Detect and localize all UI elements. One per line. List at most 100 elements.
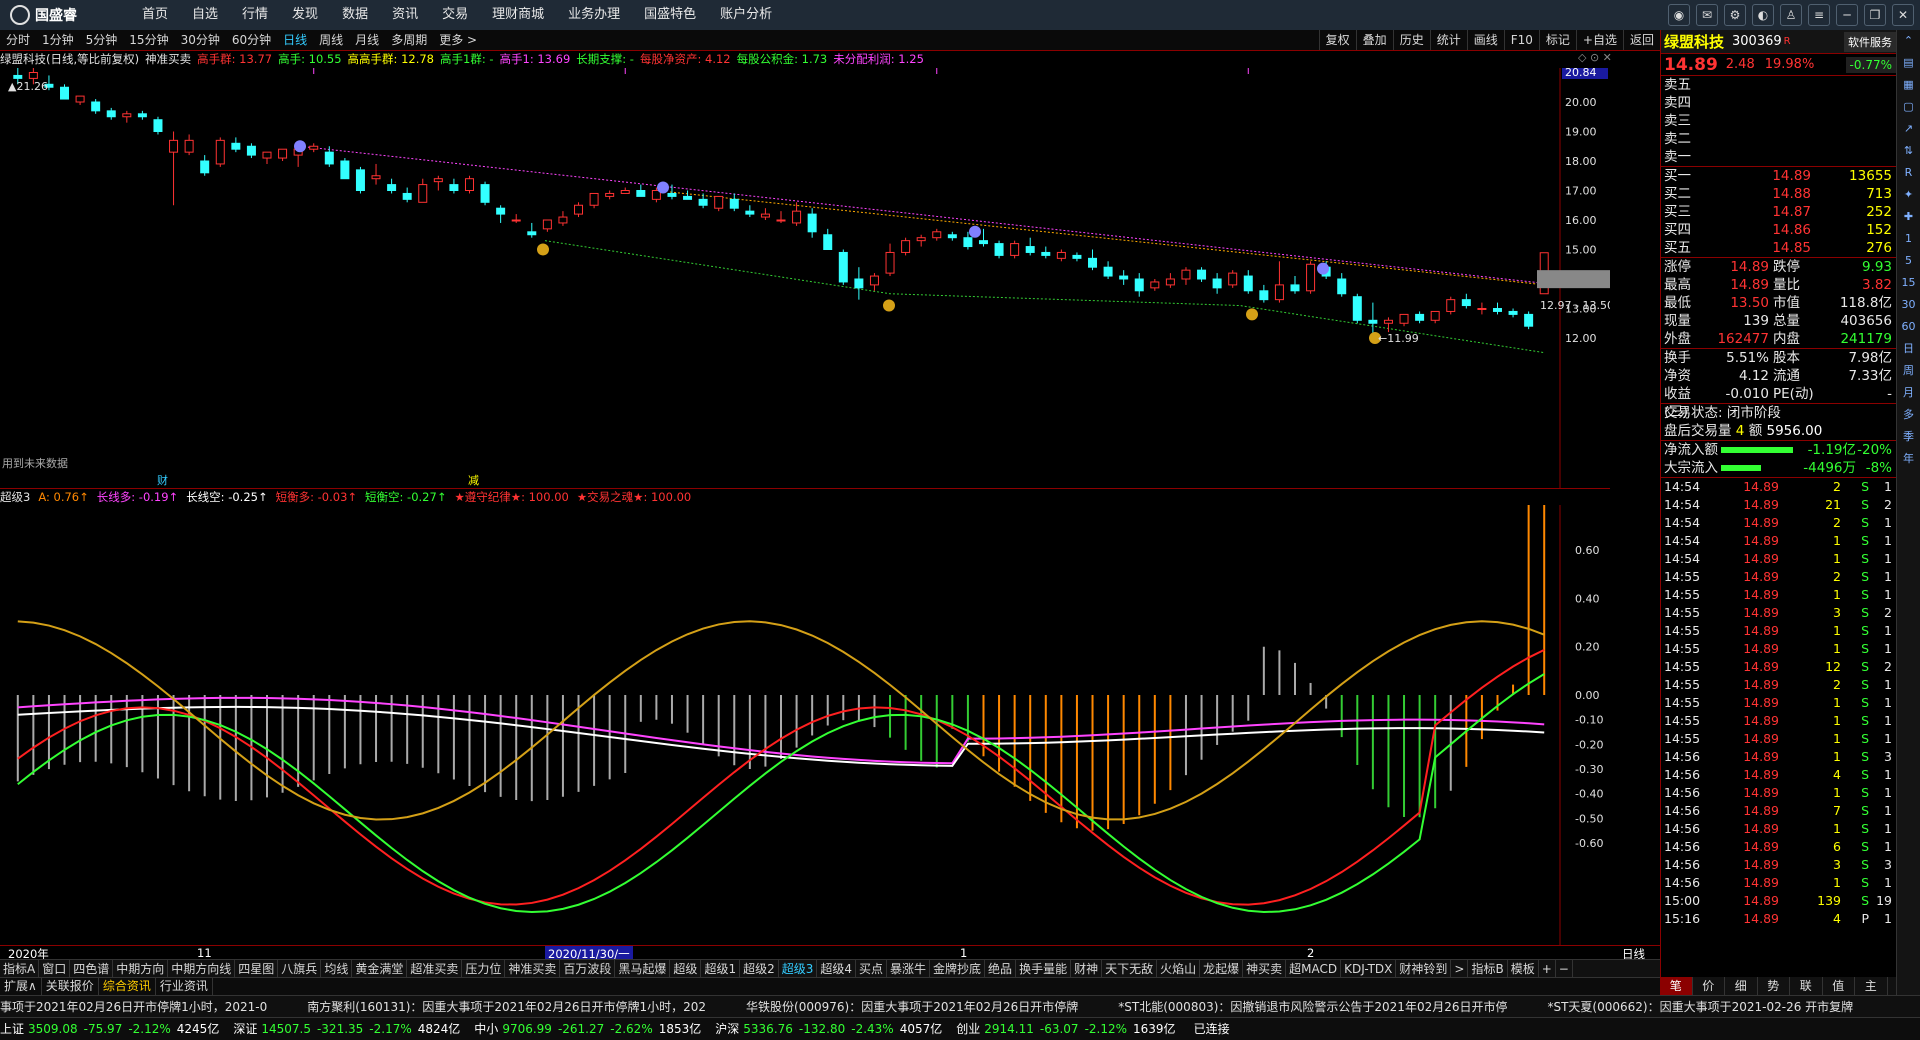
indicator-tab-22[interactable]: 绝品 [985, 960, 1017, 977]
ticker-item-1[interactable]: 南方聚利(160131)：因重大事项于2021年02月26日开市停牌1小时，20… [307, 1000, 706, 1014]
indicator-tab-35[interactable]: + [1539, 960, 1556, 977]
tool-4[interactable]: 画线 [1466, 30, 1504, 50]
index-4[interactable]: 创业 2914.11 -63.07 -2.12% 1639亿 [956, 1018, 1175, 1040]
indicator-tab-23[interactable]: 换手量能 [1016, 960, 1072, 977]
nav-item-1[interactable]: 自选 [180, 0, 230, 30]
sidebar-period-7[interactable]: 月 [1897, 382, 1920, 404]
sidebar-period-5[interactable]: 日 [1897, 338, 1920, 360]
nav-item-4[interactable]: 数据 [330, 0, 380, 30]
indicator-tab-15[interactable]: 超级1 [701, 960, 741, 977]
menu-icon[interactable]: ≡ [1808, 4, 1830, 26]
sidebar-list-icon[interactable]: ▤ [1897, 52, 1920, 74]
sidebar-period-0[interactable]: 1 [1897, 228, 1920, 250]
chart-corner-icons[interactable]: ◇ ⊙ ✕ [1578, 51, 1612, 64]
ticker-item-2[interactable]: 华铁股份(000976)：因重大事项于2021年02月26日开市停牌 [746, 1000, 1078, 1014]
ticker-item-4[interactable]: *ST天夏(000662)：因重大事项于2021-02-26 开市复牌 [1547, 1000, 1853, 1014]
indicator-tab-27[interactable]: 龙起爆 [1200, 960, 1244, 977]
indicator-tab-4[interactable]: 中期方向线 [168, 960, 236, 977]
indicator-tab-16[interactable]: 超级2 [740, 960, 779, 977]
bottom-tab-0[interactable]: 扩展∧ [0, 978, 42, 995]
indicator-tab-31[interactable]: 财神铃到 [1396, 960, 1452, 977]
settings-icon[interactable]: ⚙ [1724, 4, 1746, 26]
restore-icon[interactable]: ❐ [1864, 4, 1886, 26]
period-tab-6[interactable]: 日线 [277, 30, 313, 50]
indicator-tab-32[interactable]: > [1451, 960, 1469, 977]
quote-tab-6[interactable]: 主 [1855, 977, 1888, 995]
asks-row-1[interactable]: 卖四 [1661, 94, 1896, 112]
sidebar-rsi-icon[interactable]: R [1897, 162, 1920, 184]
asks-row-0[interactable]: 卖五 [1661, 76, 1896, 94]
period-tab-2[interactable]: 5分钟 [80, 30, 124, 50]
sidebar-grid-icon[interactable]: ▦ [1897, 74, 1920, 96]
nav-item-9[interactable]: 国盛特色 [632, 0, 708, 30]
period-tab-9[interactable]: 多周期 [385, 30, 433, 50]
tool-8[interactable]: 返回 [1622, 30, 1660, 50]
indicator-tab-14[interactable]: 超级 [670, 960, 702, 977]
sidebar-win-icon[interactable]: ▢ [1897, 96, 1920, 118]
nav-item-6[interactable]: 交易 [430, 0, 480, 30]
quote-tab-3[interactable]: 势 [1758, 977, 1790, 995]
period-tab-7[interactable]: 周线 [313, 30, 349, 50]
index-0[interactable]: 上证 3509.08 -75.97 -2.12% 4245亿 [0, 1018, 219, 1040]
sidebar-flow-icon[interactable]: ⇅ [1897, 140, 1920, 162]
skin-icon[interactable]: ◐ [1752, 4, 1774, 26]
bottom-tab-2[interactable]: 综合资讯 [99, 978, 156, 995]
quote-tab-5[interactable]: 值 [1823, 977, 1855, 995]
tool-5[interactable]: F10 [1503, 30, 1539, 50]
indicator-tab-17[interactable]: 超级3 [779, 960, 818, 977]
ticker-item-0[interactable]: 事项于2021年02月26日开市停牌1小时，2021-0 [0, 1000, 267, 1014]
indicator-tab-13[interactable]: 黑马起爆 [615, 960, 671, 977]
close-icon[interactable]: ✕ [1892, 4, 1914, 26]
period-tab-5[interactable]: 60分钟 [226, 30, 277, 50]
indicator-tab-6[interactable]: 八旗兵 [278, 960, 322, 977]
indicator-tab-3[interactable]: 中期方向 [113, 960, 169, 977]
indicator-tab-33[interactable]: 指标B [1468, 960, 1508, 977]
shirt-icon[interactable]: ♙ [1780, 4, 1802, 26]
sector-button[interactable]: 软件服务 [1844, 31, 1896, 52]
asks-row-3[interactable]: 卖二 [1661, 130, 1896, 148]
indicator-tab-0[interactable]: 指标A [0, 960, 40, 977]
indicator-tab-7[interactable]: 均线 [321, 960, 353, 977]
tool-0[interactable]: 复权 [1318, 30, 1356, 50]
tool-2[interactable]: 历史 [1392, 30, 1430, 50]
sidebar-period-10[interactable]: 年 [1897, 448, 1920, 470]
sidebar-chart-icon[interactable]: ↗ [1897, 118, 1920, 140]
sidebar-up-icon[interactable]: ⌃ [1897, 30, 1920, 52]
indicator-tab-18[interactable]: 超级4 [817, 960, 856, 977]
indicator-tab-1[interactable]: 窗口 [39, 960, 71, 977]
indicator-tab-34[interactable]: 模板 [1508, 960, 1539, 977]
nav-item-10[interactable]: 账户分析 [708, 0, 784, 30]
bottom-tab-3[interactable]: 行业资讯 [156, 978, 213, 995]
tool-1[interactable]: 叠加 [1355, 30, 1393, 50]
indicator-tab-19[interactable]: 买点 [856, 960, 888, 977]
sidebar-period-6[interactable]: 周 [1897, 360, 1920, 382]
nav-item-7[interactable]: 理财商城 [480, 0, 556, 30]
nav-item-5[interactable]: 资讯 [380, 0, 430, 30]
bids-row-1[interactable]: 买二 14.88 713 [1661, 185, 1896, 203]
nav-item-2[interactable]: 行情 [230, 0, 280, 30]
indicator-tab-28[interactable]: 神买卖 [1243, 960, 1287, 977]
indicator-tab-26[interactable]: 火焰山 [1157, 960, 1201, 977]
bids-row-3[interactable]: 买四 14.86 152 [1661, 221, 1896, 239]
indicator-tab-20[interactable]: 暴涨牛 [887, 960, 931, 977]
message-icon[interactable]: ◉ [1668, 4, 1690, 26]
bids-row-0[interactable]: 买一 14.89 13655 [1661, 167, 1896, 185]
minimize-icon[interactable]: ─ [1836, 4, 1858, 26]
candlestick-chart[interactable]: 20.0019.0018.0017.0016.0015.0014.0013.00… [0, 68, 1610, 488]
indicator-tab-21[interactable]: 金牌抄底 [930, 960, 986, 977]
app-logo[interactable]: 国盛睿 [0, 5, 130, 25]
indicator-tab-11[interactable]: 神准买卖 [505, 960, 561, 977]
ticker-item-3[interactable]: *ST北能(000803)：因撤销退市风险警示公告于2021年02月26日开市停 [1118, 1000, 1507, 1014]
period-tab-1[interactable]: 1分钟 [36, 30, 80, 50]
bottom-tab-1[interactable]: 关联报价 [42, 978, 99, 995]
tool-6[interactable]: 标记 [1538, 30, 1576, 50]
trade-list[interactable]: 14:54 14.89 2 S 1 14:54 14.89 21 S 2 14:54 14.89 2 S 1… [1661, 477, 1896, 928]
indicator-tab-8[interactable]: 黄金满堂 [352, 960, 408, 977]
indicator-tab-5[interactable]: 四星图 [235, 960, 279, 977]
bids-row-4[interactable]: 买五 14.85 276 [1661, 239, 1896, 257]
index-2[interactable]: 中小 9706.99 -261.27 -2.62% 1853亿 [474, 1018, 701, 1040]
period-tab-10[interactable]: 更多 > [433, 30, 483, 50]
sidebar-cross-icon[interactable]: ✚ [1897, 206, 1920, 228]
period-tab-0[interactable]: 分时 [0, 30, 36, 50]
tool-3[interactable]: 统计 [1429, 30, 1467, 50]
